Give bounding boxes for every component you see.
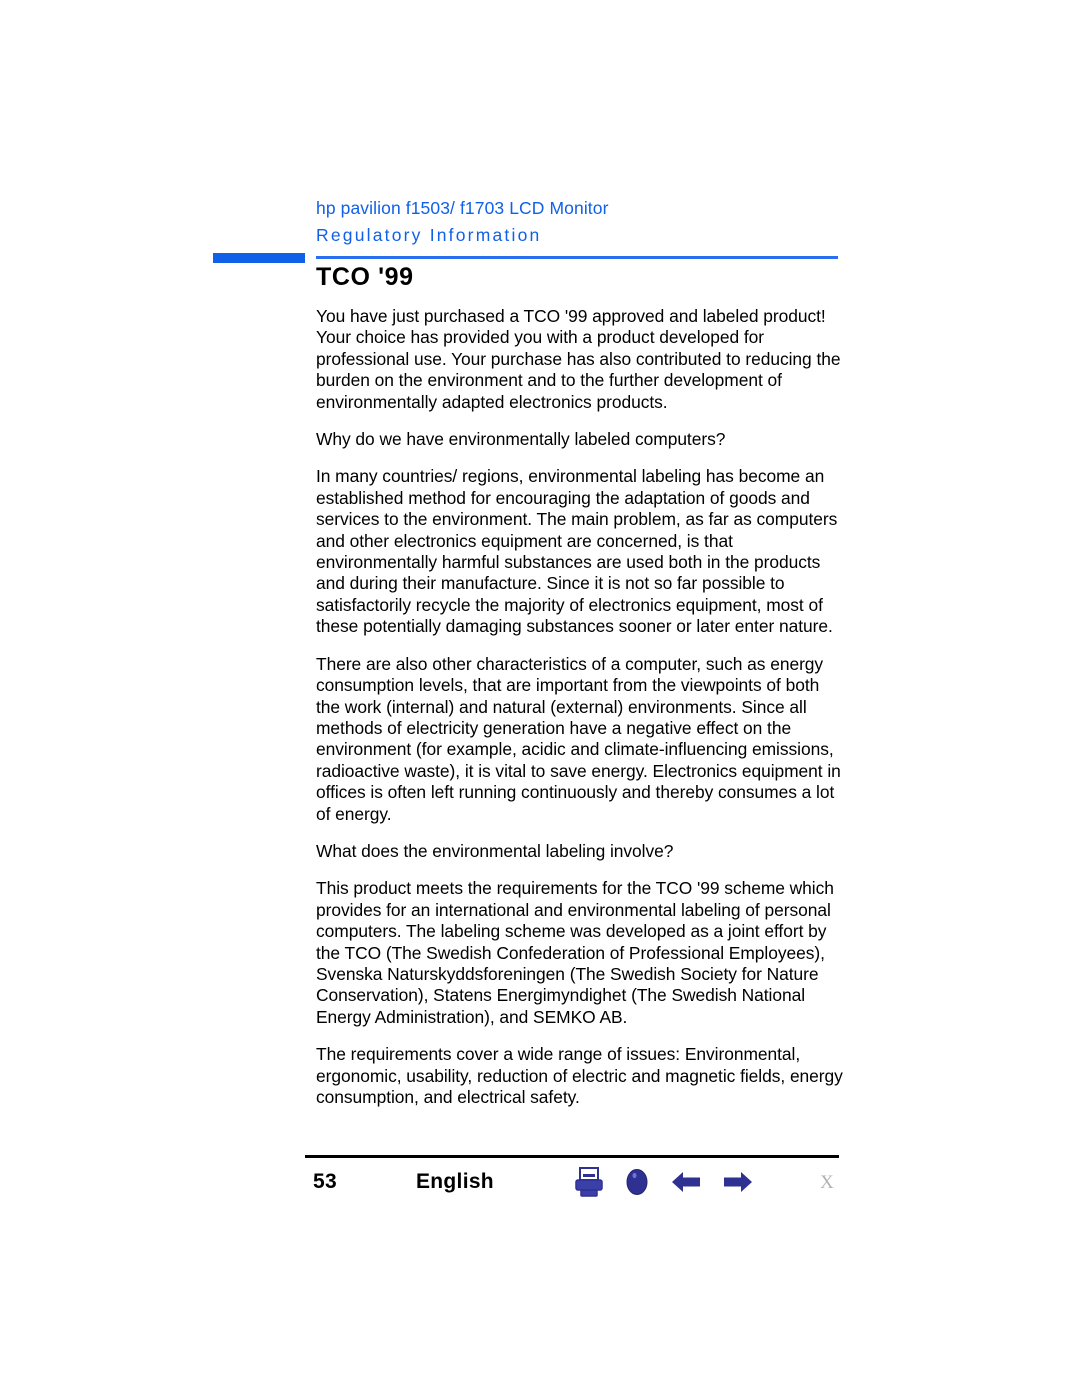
paragraph-question: Why do we have environmentally labeled c… — [316, 429, 726, 450]
previous-page-button[interactable] — [668, 1165, 706, 1201]
paragraph: This product meets the requirements for … — [316, 878, 834, 1027]
paragraph: The requirements cover a wide range of i… — [316, 1044, 843, 1107]
paragraph: In many countries/ regions, environmenta… — [316, 466, 838, 637]
page-number: 53 — [313, 1170, 337, 1193]
close-icon[interactable]: X — [820, 1172, 834, 1194]
language-label: English — [416, 1170, 494, 1193]
back-to-top-button[interactable] — [618, 1165, 656, 1201]
print-icon — [575, 1167, 603, 1197]
header-accent-bar — [213, 253, 305, 263]
previous-page-icon — [672, 1172, 700, 1192]
paragraph: There are also other characteristics of … — [316, 653, 841, 824]
footer-divider-rule — [305, 1155, 839, 1158]
section-title: Regulatory Information — [316, 225, 542, 245]
paragraph: You have just purchased a TCO '99 approv… — [316, 306, 841, 412]
document-footer: 53 English X — [305, 1163, 839, 1207]
document-header: hp pavilion f1503/ f1703 LCD Monitor Reg… — [316, 197, 841, 247]
footer-navigation — [570, 1163, 770, 1207]
back-to-top-icon — [626, 1169, 648, 1195]
body-content: You have just purchased a TCO '99 approv… — [316, 306, 843, 1108]
next-page-icon — [724, 1172, 752, 1192]
header-divider-rule — [316, 256, 838, 259]
page-title: TCO '99 — [316, 263, 414, 291]
next-page-button[interactable] — [718, 1165, 756, 1201]
product-title: hp pavilion f1503/ f1703 LCD Monitor — [316, 198, 609, 218]
print-button[interactable] — [570, 1165, 608, 1201]
paragraph-question: What does the environmental labeling inv… — [316, 840, 674, 861]
document-page: hp pavilion f1503/ f1703 LCD Monitor Reg… — [0, 0, 1080, 1397]
